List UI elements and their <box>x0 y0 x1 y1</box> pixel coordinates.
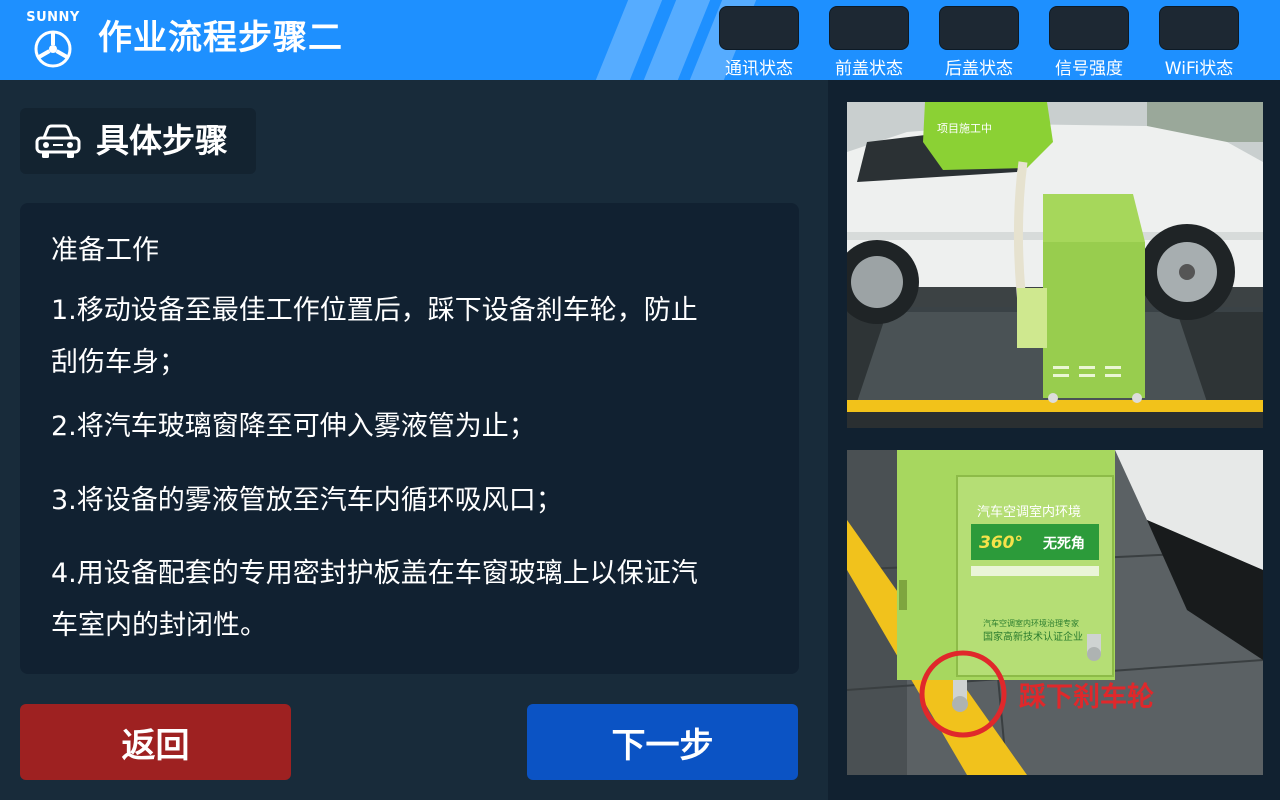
status-label: WiFi状态 <box>1164 59 1234 79</box>
car-icon <box>35 124 81 158</box>
photo-brake-wheel: 汽车空调室内环境 360° 无死角 汽车空调室内环境治理专家 国家高新技术认证企… <box>847 450 1263 775</box>
next-step-button[interactable]: 下一步 <box>527 704 798 780</box>
instructions-heading: 准备工作 <box>51 235 159 266</box>
brake-annotation: 踩下刹车轮 <box>1019 681 1154 713</box>
status-indicator <box>939 6 1019 50</box>
status-signal-strength: 信号强度 <box>1049 6 1129 79</box>
status-communication: 通讯状态 <box>719 6 799 79</box>
back-button[interactable]: 返回 <box>20 704 291 780</box>
step-4-line-1: 4.用设备配套的专用密封护板盖在车窗玻璃上以保证汽 <box>51 558 698 589</box>
step-1-line-1: 1.移动设备至最佳工作位置后，踩下设备刹车轮，防止 <box>51 295 698 326</box>
instructions-panel: 准备工作 1.移动设备至最佳工作位置后，踩下设备刹车轮，防止 刮伤车身； 2.将… <box>20 203 799 674</box>
panel-subtitle-2: 国家高新技术认证企业 <box>983 630 1083 643</box>
status-wifi: WiFi状态 <box>1159 6 1239 79</box>
panel-heading: 汽车空调室内环境 <box>977 504 1081 520</box>
page-title: 作业流程步骤二 <box>98 18 343 58</box>
section-title: 具体步骤 <box>96 121 228 160</box>
step-1-line-2: 刮伤车身； <box>51 347 186 378</box>
header-bar: SUNNY 作业流程步骤二 通讯状态 前盖状态 后盖状态 信号强度 WiFi状态 <box>0 0 1280 80</box>
section-header: 具体步骤 <box>20 108 256 174</box>
status-label: 后盖状态 <box>945 59 1013 79</box>
status-rear-cover: 后盖状态 <box>939 6 1019 79</box>
photo-equipment-beside-car: 项目施工中 <box>847 102 1263 428</box>
step-4-line-2: 车室内的封闭性。 <box>51 610 267 641</box>
brand-name: SUNNY <box>26 10 80 25</box>
cover-text: 项目施工中 <box>937 122 992 135</box>
step-2: 2.将汽车玻璃窗降至可伸入雾液管为止； <box>51 411 536 442</box>
status-indicator <box>1049 6 1129 50</box>
panel-banner-text: 无死角 <box>1042 535 1085 552</box>
panel-number: 360° <box>979 533 1023 553</box>
status-label: 前盖状态 <box>835 59 903 79</box>
status-indicator <box>829 6 909 50</box>
photo-panel: 项目施工中 汽车空调室内环境 360° 无死角 汽车空调室内环境治理专家 国家高… <box>828 80 1280 800</box>
status-indicator <box>719 6 799 50</box>
status-indicator <box>1159 6 1239 50</box>
step-3: 3.将设备的雾液管放至汽车内循环吸风口； <box>51 485 563 516</box>
status-front-cover: 前盖状态 <box>829 6 909 79</box>
status-label: 通讯状态 <box>725 59 793 79</box>
brand-logo: SUNNY <box>20 10 86 69</box>
panel-subtitle-1: 汽车空调室内环境治理专家 <box>983 618 1079 628</box>
sunny-logo-icon <box>34 30 72 68</box>
status-label: 信号强度 <box>1055 59 1123 79</box>
